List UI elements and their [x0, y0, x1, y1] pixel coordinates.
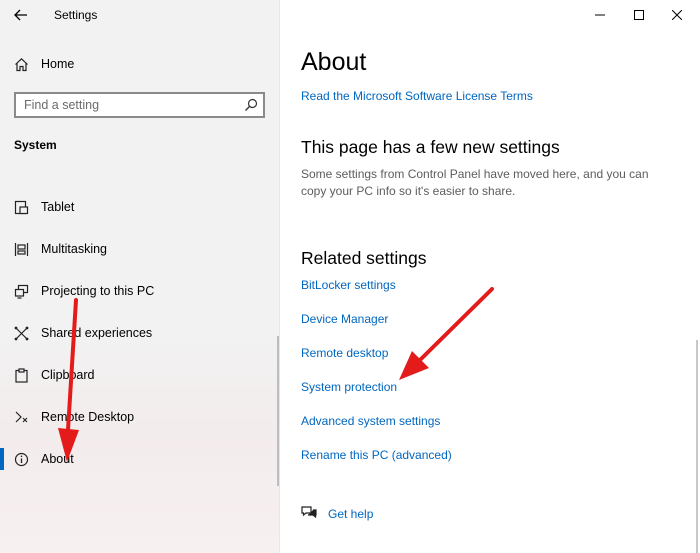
- get-help-label: Get help: [328, 507, 374, 521]
- clipboard-icon: [13, 367, 29, 383]
- remote-desktop-link[interactable]: Remote desktop: [301, 346, 388, 360]
- bitlocker-settings-link[interactable]: BitLocker settings: [301, 278, 396, 292]
- help-chat-icon: [301, 506, 317, 519]
- close-icon: [672, 10, 682, 20]
- window-title: Settings: [54, 8, 98, 22]
- advanced-system-settings-link[interactable]: Advanced system settings: [301, 414, 440, 428]
- sidebar-item-multitasking[interactable]: Multitasking: [0, 231, 278, 267]
- sidebar-item-label: Tablet: [41, 200, 75, 214]
- main-content: About Read the Microsoft Software Licens…: [281, 0, 700, 553]
- multitasking-icon: [13, 241, 29, 257]
- sidebar-item-label: About: [41, 452, 74, 466]
- search-input[interactable]: [16, 94, 236, 116]
- projecting-icon: [13, 283, 29, 299]
- sidebar-item-about[interactable]: About: [0, 441, 278, 477]
- search-box[interactable]: [14, 92, 265, 118]
- sidebar-item-label: Multitasking: [41, 242, 107, 256]
- back-button[interactable]: [8, 4, 34, 26]
- close-button[interactable]: [654, 2, 700, 28]
- sidebar-item-label: Projecting to this PC: [41, 284, 155, 298]
- section-title: System: [14, 138, 57, 152]
- new-settings-heading: This page has a few new settings: [301, 137, 560, 157]
- sidebar: Settings Home System Tablet Multitasking…: [0, 0, 280, 553]
- sidebar-item-label: Remote Desktop: [41, 410, 135, 424]
- sidebar-item-remote-desktop[interactable]: Remote Desktop: [0, 399, 278, 435]
- sidebar-item-label: Shared experiences: [41, 326, 153, 340]
- back-arrow-icon: [14, 9, 27, 21]
- new-settings-description: Some settings from Control Panel have mo…: [301, 167, 649, 198]
- related-settings-heading: Related settings: [301, 248, 427, 268]
- device-manager-link[interactable]: Device Manager: [301, 312, 388, 326]
- maximize-icon: [634, 10, 644, 20]
- get-help-link[interactable]: Get help: [300, 504, 373, 522]
- rename-pc-link[interactable]: Rename this PC (advanced): [301, 448, 452, 462]
- sidebar-item-home[interactable]: Home: [0, 46, 278, 82]
- sidebar-item-projecting[interactable]: Projecting to this PC: [0, 273, 278, 309]
- tablet-icon: [13, 199, 29, 215]
- sidebar-item-label: Home: [41, 57, 75, 71]
- sidebar-item-shared-experiences[interactable]: Shared experiences: [0, 315, 278, 351]
- page-title: About: [301, 48, 367, 76]
- sidebar-item-clipboard[interactable]: Clipboard: [0, 357, 278, 393]
- sidebar-item-label: Clipboard: [41, 368, 95, 382]
- info-icon: [13, 451, 29, 467]
- remote-desktop-icon: [13, 409, 29, 425]
- sidebar-scrollbar[interactable]: [277, 336, 279, 486]
- license-terms-link[interactable]: Read the Microsoft Software License Term…: [301, 89, 533, 103]
- shared-experiences-icon: [13, 325, 29, 341]
- minimize-icon: [595, 14, 605, 16]
- search-icon[interactable]: [244, 98, 258, 112]
- title-bar: Settings: [0, 0, 280, 30]
- main-scrollbar[interactable]: [696, 340, 698, 553]
- home-icon: [13, 56, 29, 72]
- sidebar-item-tablet[interactable]: Tablet: [0, 189, 278, 225]
- system-protection-link[interactable]: System protection: [301, 380, 397, 394]
